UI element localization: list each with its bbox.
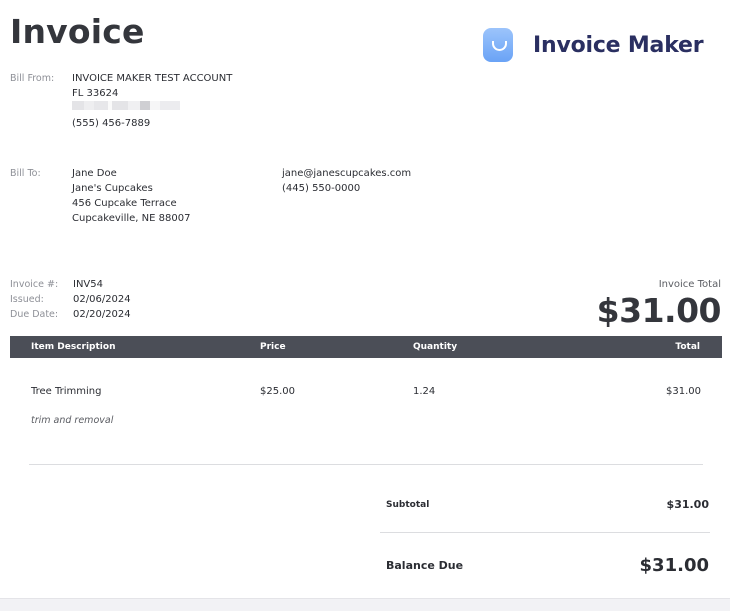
header-description: Item Description — [31, 342, 116, 352]
invoice-number-label: Invoice #: — [10, 279, 59, 290]
item-total: $31.00 — [666, 386, 701, 397]
bill-from-label: Bill From: — [10, 73, 55, 84]
brand: Invoice Maker — [483, 28, 704, 62]
item-note: trim and removal — [31, 415, 114, 426]
invoice-total-amount: $31.00 — [596, 291, 722, 330]
header-price: Price — [260, 342, 286, 352]
items-table-header: Item Description Price Quantity Total — [10, 336, 722, 358]
issued-date: 02/06/2024 — [73, 294, 131, 305]
due-date-label: Due Date: — [10, 309, 59, 320]
bill-to-city: Cupcakeville, NE 88007 — [72, 213, 191, 224]
divider — [29, 464, 703, 465]
header-quantity: Quantity — [413, 342, 458, 352]
bill-from-name: INVOICE MAKER TEST ACCOUNT — [72, 73, 233, 84]
invoice-page: Invoice Invoice Maker Bill From: INVOICE… — [0, 0, 730, 611]
header-total: Total — [675, 342, 700, 352]
redacted-text — [72, 101, 180, 110]
bill-to-label: Bill To: — [10, 168, 41, 179]
item-price: $25.00 — [260, 386, 295, 397]
item-description: Tree Trimming — [31, 386, 102, 397]
brand-name: Invoice Maker — [533, 32, 704, 58]
bill-to-street: 456 Cupcake Terrace — [72, 198, 177, 209]
bill-from-phone: (555) 456-7889 — [72, 118, 151, 129]
bill-to-email[interactable]: jane@janescupcakes.com — [282, 166, 411, 181]
bill-to-company: Jane's Cupcakes — [72, 183, 153, 194]
summary-divider — [380, 532, 710, 533]
due-date: 02/20/2024 — [73, 309, 131, 320]
subtotal-value: $31.00 — [666, 498, 709, 511]
invoice-maker-logo-icon — [483, 28, 513, 62]
invoice-title: Invoice — [10, 12, 145, 51]
bill-to-name: Jane Doe — [72, 168, 117, 179]
bill-to-phone: (445) 550-0000 — [282, 183, 361, 194]
balance-due-value: $31.00 — [639, 555, 709, 576]
invoice-total-label: Invoice Total — [658, 279, 721, 290]
balance-due-label: Balance Due — [386, 559, 464, 572]
invoice-number: INV54 — [73, 279, 103, 290]
item-quantity: 1.24 — [413, 386, 436, 397]
bill-from-address: FL 33624 — [72, 88, 119, 99]
subtotal-label: Subtotal — [386, 500, 430, 510]
footer-bar — [0, 598, 730, 611]
issued-label: Issued: — [10, 294, 44, 305]
